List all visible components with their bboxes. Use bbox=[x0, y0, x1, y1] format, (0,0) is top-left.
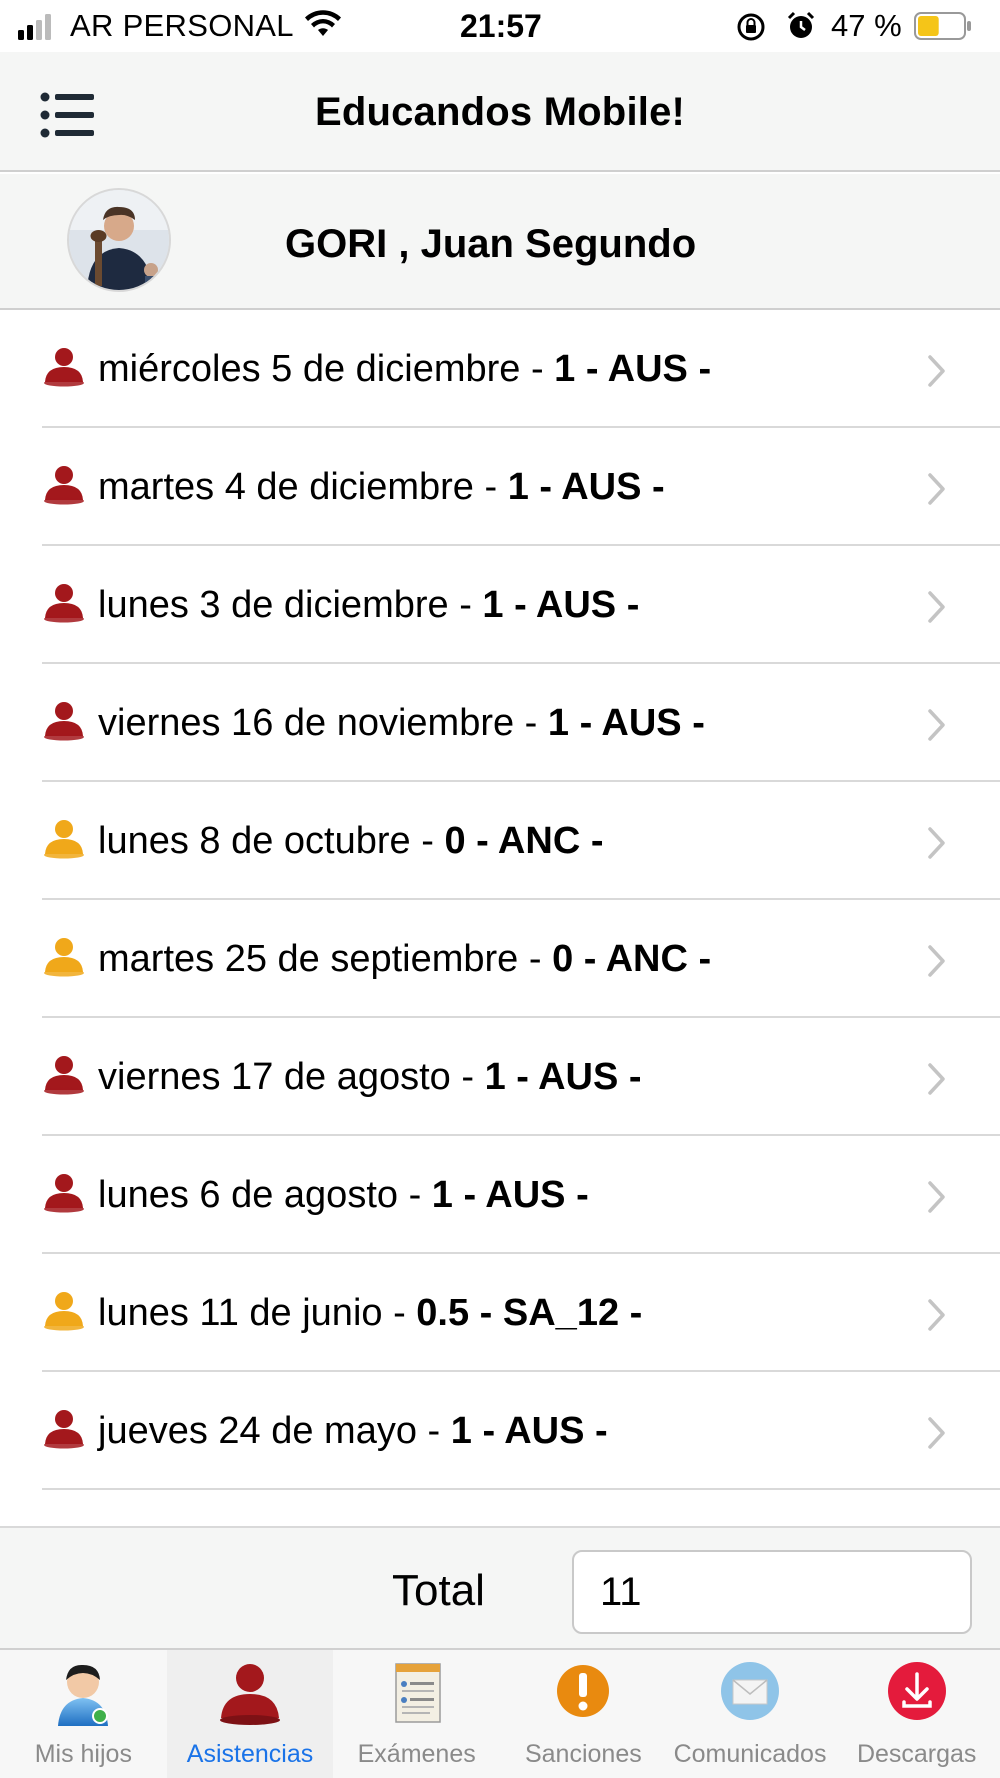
tab-descargas[interactable]: Descargas bbox=[833, 1650, 1000, 1778]
attendance-entry: lunes 3 de diciembre - 1 - AUS - bbox=[98, 584, 639, 627]
user-avatar-icon bbox=[58, 1664, 109, 1726]
list-item[interactable]: lunes 11 de junio - 0.5 - SA_12 - bbox=[42, 1254, 1000, 1372]
list-item[interactable]: lunes 6 de agosto - 1 - AUS - bbox=[42, 1136, 1000, 1254]
person-icon bbox=[44, 702, 84, 741]
attendance-date: lunes 3 de diciembre - bbox=[98, 584, 483, 626]
attendance-detail: 0.5 - SA_12 - bbox=[416, 1292, 643, 1334]
list-item[interactable]: martes 25 de septiembre - 0 - ANC - bbox=[42, 900, 1000, 1018]
attendance-date: martes 25 de septiembre - bbox=[98, 938, 553, 980]
wifi-icon bbox=[305, 10, 341, 36]
tab-examenes[interactable]: Exámenes bbox=[333, 1650, 500, 1778]
person-icon bbox=[44, 1292, 84, 1331]
tab-label: Sanciones bbox=[524, 1740, 642, 1768]
attendance-entry: lunes 8 de octubre - 0 - ANC - bbox=[98, 820, 603, 863]
list-item[interactable]: lunes 3 de diciembre - 1 - AUS - bbox=[42, 546, 1000, 664]
attendance-date: lunes 6 de agosto - bbox=[98, 1174, 432, 1216]
student-header: GORI , Juan Segundo bbox=[0, 174, 1000, 310]
chevron-right-icon bbox=[928, 473, 945, 505]
signal-icon bbox=[18, 14, 51, 40]
total-label: Total bbox=[392, 1566, 485, 1615]
person-icon bbox=[44, 820, 84, 859]
attendance-entry: lunes 6 de agosto - 1 - AUS - bbox=[98, 1174, 589, 1217]
attendance-detail: 0 - ANC - bbox=[552, 938, 712, 980]
status-bar: AR PERSONAL 21:57 47 % bbox=[0, 0, 1000, 52]
download-icon bbox=[887, 1662, 946, 1720]
tab-label: Asistencias bbox=[186, 1740, 314, 1768]
avatar[interactable] bbox=[67, 188, 171, 292]
student-name: GORI , Juan Segundo bbox=[285, 222, 697, 266]
attendance-detail: 1 - AUS - bbox=[554, 348, 712, 390]
navigation-bar: Educandos Mobile! bbox=[0, 52, 1000, 172]
person-icon bbox=[44, 348, 84, 387]
tab-label: Exámenes bbox=[357, 1740, 476, 1768]
list-item[interactable]: miércoles 5 de diciembre - 1 - AUS - bbox=[42, 310, 1000, 428]
tab-mis-hijos[interactable]: Mis hijos bbox=[0, 1650, 167, 1778]
chevron-right-icon bbox=[928, 945, 945, 977]
attendance-detail: 1 - AUS - bbox=[431, 1174, 589, 1216]
exclamation-icon bbox=[557, 1665, 610, 1717]
clock-time: 21:57 bbox=[460, 8, 542, 44]
envelope-icon bbox=[721, 1662, 780, 1720]
tab-asistencias[interactable]: Asistencias bbox=[166, 1650, 334, 1778]
battery-percentage: 47 % bbox=[831, 8, 902, 43]
list-item[interactable]: viernes 17 de agosto - 1 - AUS - bbox=[42, 1018, 1000, 1136]
person-icon bbox=[220, 1664, 280, 1725]
list-item[interactable]: martes 4 de diciembre - 1 - AUS - bbox=[42, 428, 1000, 546]
rotation-lock-icon bbox=[737, 13, 765, 41]
attendance-date: viernes 17 de agosto - bbox=[98, 1056, 485, 1098]
list-item[interactable]: lunes 8 de octubre - 0 - ANC - bbox=[42, 782, 1000, 900]
tab-label: Mis hijos bbox=[34, 1740, 132, 1768]
tab-bar: Mis hijos Asistencias Exámenes Sanciones bbox=[0, 1648, 1000, 1778]
attendance-entry: lunes 11 de junio - 0.5 - SA_12 - bbox=[98, 1292, 642, 1335]
attendance-entry: viernes 16 de noviembre - 1 - AUS - bbox=[98, 702, 705, 745]
chevron-right-icon bbox=[928, 1299, 945, 1331]
person-icon bbox=[44, 466, 84, 505]
battery-icon bbox=[914, 12, 971, 40]
tab-label: Comunicados bbox=[673, 1740, 827, 1768]
list-item[interactable]: jueves 24 de mayo - 1 - AUS - bbox=[42, 1372, 1000, 1490]
attendance-date: miércoles 5 de diciembre - bbox=[98, 348, 555, 390]
attendance-entry: martes 4 de diciembre - 1 - AUS - bbox=[98, 466, 665, 509]
person-icon bbox=[44, 1056, 84, 1095]
tab-sanciones[interactable]: Sanciones bbox=[500, 1650, 667, 1778]
attendance-detail: 0 - ANC - bbox=[444, 820, 604, 862]
attendance-detail: 1 - AUS - bbox=[482, 584, 640, 626]
person-icon bbox=[44, 1410, 84, 1449]
tab-comunicados[interactable]: Comunicados bbox=[667, 1650, 834, 1778]
attendance-detail: 1 - AUS - bbox=[547, 702, 705, 744]
chevron-right-icon bbox=[928, 827, 945, 859]
total-field[interactable]: 11 bbox=[572, 1550, 972, 1634]
chevron-right-icon bbox=[928, 1063, 945, 1095]
chevron-right-icon bbox=[928, 591, 945, 623]
attendance-detail: 1 - AUS - bbox=[484, 1056, 642, 1098]
attendance-date: jueves 24 de mayo - bbox=[98, 1410, 451, 1452]
tab-label: Descargas bbox=[856, 1740, 977, 1768]
person-icon bbox=[44, 938, 84, 977]
total-bar: Total 11 bbox=[0, 1526, 1000, 1648]
list-item[interactable]: viernes 16 de noviembre - 1 - AUS - bbox=[42, 664, 1000, 782]
alarm-icon bbox=[787, 11, 815, 38]
attendance-date: martes 4 de diciembre - bbox=[98, 466, 508, 508]
chevron-right-icon bbox=[928, 1181, 945, 1213]
person-icon bbox=[44, 584, 84, 623]
attendance-date: lunes 11 de junio - bbox=[98, 1292, 417, 1334]
attendance-detail: 1 - AUS - bbox=[450, 1410, 608, 1452]
chevron-right-icon bbox=[928, 1417, 945, 1449]
attendance-date: lunes 8 de octubre - bbox=[98, 820, 445, 862]
carrier-name: AR PERSONAL bbox=[70, 8, 294, 43]
attendance-entry: viernes 17 de agosto - 1 - AUS - bbox=[98, 1056, 642, 1099]
attendance-entry: miércoles 5 de diciembre - 1 - AUS - bbox=[98, 348, 711, 391]
person-icon bbox=[44, 1174, 84, 1213]
report-document-icon bbox=[394, 1663, 441, 1723]
chevron-right-icon bbox=[928, 355, 945, 387]
attendance-date: viernes 16 de noviembre - bbox=[98, 702, 548, 744]
attendance-list: miércoles 5 de diciembre - 1 - AUS - mart… bbox=[0, 310, 1000, 1490]
attendance-entry: jueves 24 de mayo - 1 - AUS - bbox=[98, 1410, 608, 1453]
attendance-detail: 1 - AUS - bbox=[507, 466, 665, 508]
attendance-entry: martes 25 de septiembre - 0 - ANC - bbox=[98, 938, 711, 981]
chevron-right-icon bbox=[928, 709, 945, 741]
app-title: Educandos Mobile! bbox=[314, 90, 686, 134]
